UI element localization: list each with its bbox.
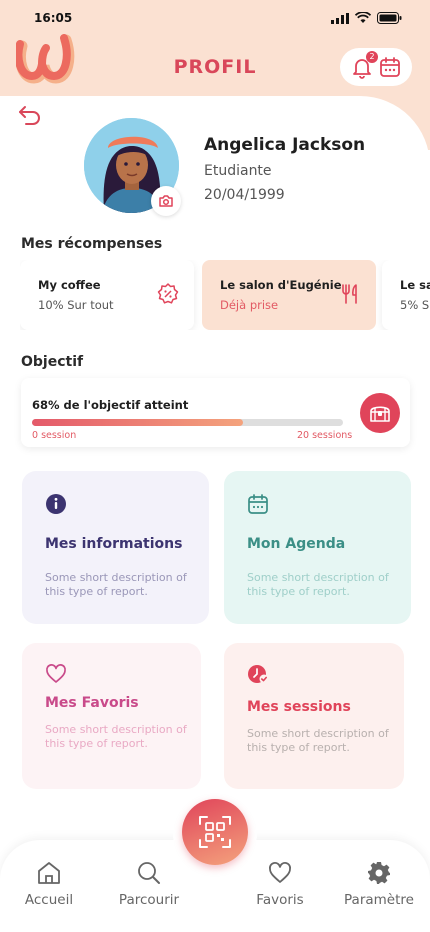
my-sessions-card[interactable]: Mes sessions Some short description of t…: [224, 643, 404, 789]
nav-label: Paramètre: [344, 892, 414, 908]
search-icon: [138, 862, 160, 884]
home-icon: [38, 862, 60, 884]
my-agenda-card[interactable]: Mon Agenda Some short description of thi…: [224, 471, 411, 624]
info-icon: [46, 494, 66, 514]
clock-check-icon: [248, 665, 269, 684]
notifications-button[interactable]: 2: [350, 51, 378, 79]
rewards-section-title: Mes récompenses: [21, 236, 163, 252]
goal-progress-text: 68% de l'objectif atteint: [32, 398, 189, 412]
my-favorites-card[interactable]: Mes Favoris Some short description of th…: [22, 643, 201, 789]
back-button[interactable]: [18, 104, 42, 126]
reward-chest-button[interactable]: [360, 393, 400, 433]
notification-badge: 2: [366, 51, 378, 63]
rewards-carousel[interactable]: My coffee 10% Sur tout Le salon d'Eugéni…: [20, 260, 430, 330]
reward-card[interactable]: Le salon d'Eugénie 5% Sur tout: [382, 260, 430, 330]
card-description: Some short description of this type of r…: [247, 571, 389, 598]
discount-icon: [157, 283, 179, 304]
nav-item-home[interactable]: Accueil: [4, 860, 94, 908]
goal-progress-fill: [32, 419, 244, 426]
nav-label: Favoris: [256, 892, 304, 908]
reward-description: 5% Sur tout: [400, 298, 430, 312]
back-arrow-icon: [19, 106, 40, 125]
camera-icon: [159, 195, 173, 207]
reward-card[interactable]: My coffee 10% Sur tout: [20, 260, 194, 330]
user-role: Etudiante: [204, 163, 272, 179]
change-photo-button[interactable]: [151, 186, 181, 216]
card-description: Some short description of this type of r…: [45, 571, 187, 598]
goal-section-title: Objectif: [21, 354, 84, 370]
card-title: Mes sessions: [247, 699, 351, 715]
status-icons: [331, 12, 402, 24]
reward-card[interactable]: Le salon d'Eugénie Déjà prise: [202, 260, 376, 330]
goal-max-label: 20 sessions: [297, 430, 353, 441]
status-bar: 16:05: [0, 10, 430, 26]
nav-item-favorites[interactable]: Favoris: [235, 860, 325, 908]
calendar-button[interactable]: [378, 55, 402, 79]
status-time: 16:05: [34, 11, 73, 25]
user-birthdate: 20/04/1999: [204, 187, 285, 203]
my-information-card[interactable]: Mes informations Some short description …: [22, 471, 209, 624]
heart-icon: [269, 862, 291, 883]
card-description: Some short description of this type of r…: [247, 727, 389, 754]
card-title: Mes Favoris: [45, 695, 139, 711]
qr-scan-button[interactable]: [182, 799, 248, 865]
top-actions: 2: [340, 48, 412, 86]
nav-item-browse[interactable]: Parcourir: [104, 860, 194, 908]
nav-item-settings[interactable]: Paramètre: [334, 860, 424, 908]
treasure-chest-icon: [370, 406, 390, 422]
nav-label: Accueil: [24, 892, 74, 908]
goal-card: 68% de l'objectif atteint 0 session 20 s…: [21, 378, 410, 447]
card-title: Mes informations: [45, 536, 183, 552]
goal-min-label: 0 session: [32, 430, 77, 441]
fork-knife-icon: [342, 284, 357, 304]
nav-label: Parcourir: [118, 892, 180, 908]
reward-name: Le salon d'Eugénie: [400, 278, 430, 292]
card-title: Mon Agenda: [247, 536, 346, 552]
calendar-icon: [380, 57, 400, 77]
battery-icon: [377, 12, 402, 24]
gear-icon: [368, 862, 390, 884]
heart-icon: [46, 664, 66, 683]
card-description: Some short description of this type of r…: [45, 723, 187, 750]
qr-code-icon: [199, 816, 231, 848]
goal-progress-bar: [32, 419, 343, 426]
user-name: Angelica Jackson: [204, 135, 366, 155]
wifi-icon: [355, 12, 371, 23]
signal-icon: [331, 12, 349, 24]
calendar-icon: [248, 494, 268, 514]
